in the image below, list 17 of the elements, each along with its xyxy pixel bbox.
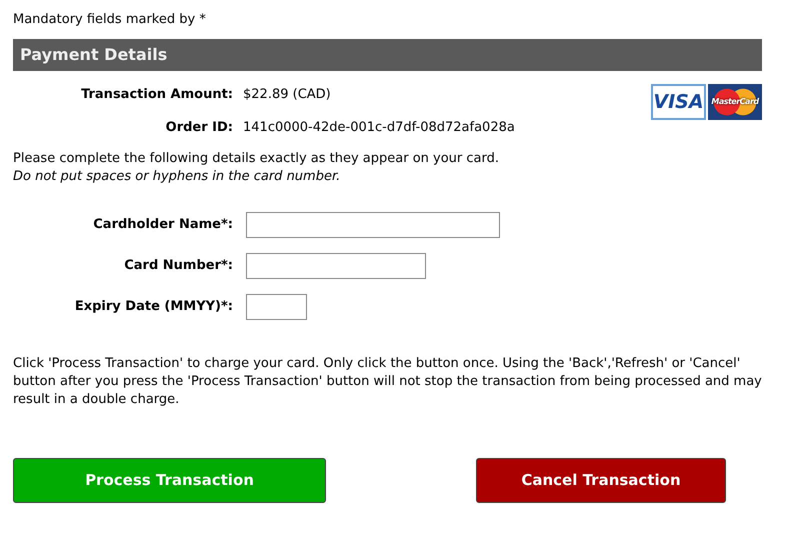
input-field[interactable] — [246, 253, 426, 279]
summary-label: Order ID: — [164, 119, 233, 137]
section-header: Payment Details — [13, 39, 762, 71]
summary-value: $22.89 (CAD) — [243, 86, 332, 104]
field-label: Cardholder Name*: — [92, 216, 233, 234]
cancel-button[interactable]: Cancel Transaction — [476, 458, 726, 503]
field-label: Card Number*: — [123, 257, 233, 276]
summary-label: Transaction Amount: — [80, 86, 233, 104]
input-field[interactable] — [246, 294, 307, 320]
field-label: Expiry Date (MMYY)*: — [74, 298, 233, 316]
mandatory-note: Mandatory fields marked by * — [13, 11, 207, 29]
hint-text: Do not put spaces or hyphens in the card number. — [13, 168, 342, 186]
input-field[interactable] — [246, 212, 500, 238]
warning-text: Click 'Process Transaction' to charge your card. Only click the button once. Using the 'Back','Refresh' or 'Cancel' button after you press the 'Process Transaction' button will not stop the transaction from being processed and may result in a double charge. — [13, 355, 762, 409]
instructions-text: Please complete the following details exactly as they appear on your card. — [13, 150, 500, 168]
summary-value: 141c0000-42de-001c-d7df-08d72afa028a — [243, 119, 515, 137]
visa-logo: VISA — [651, 84, 706, 120]
